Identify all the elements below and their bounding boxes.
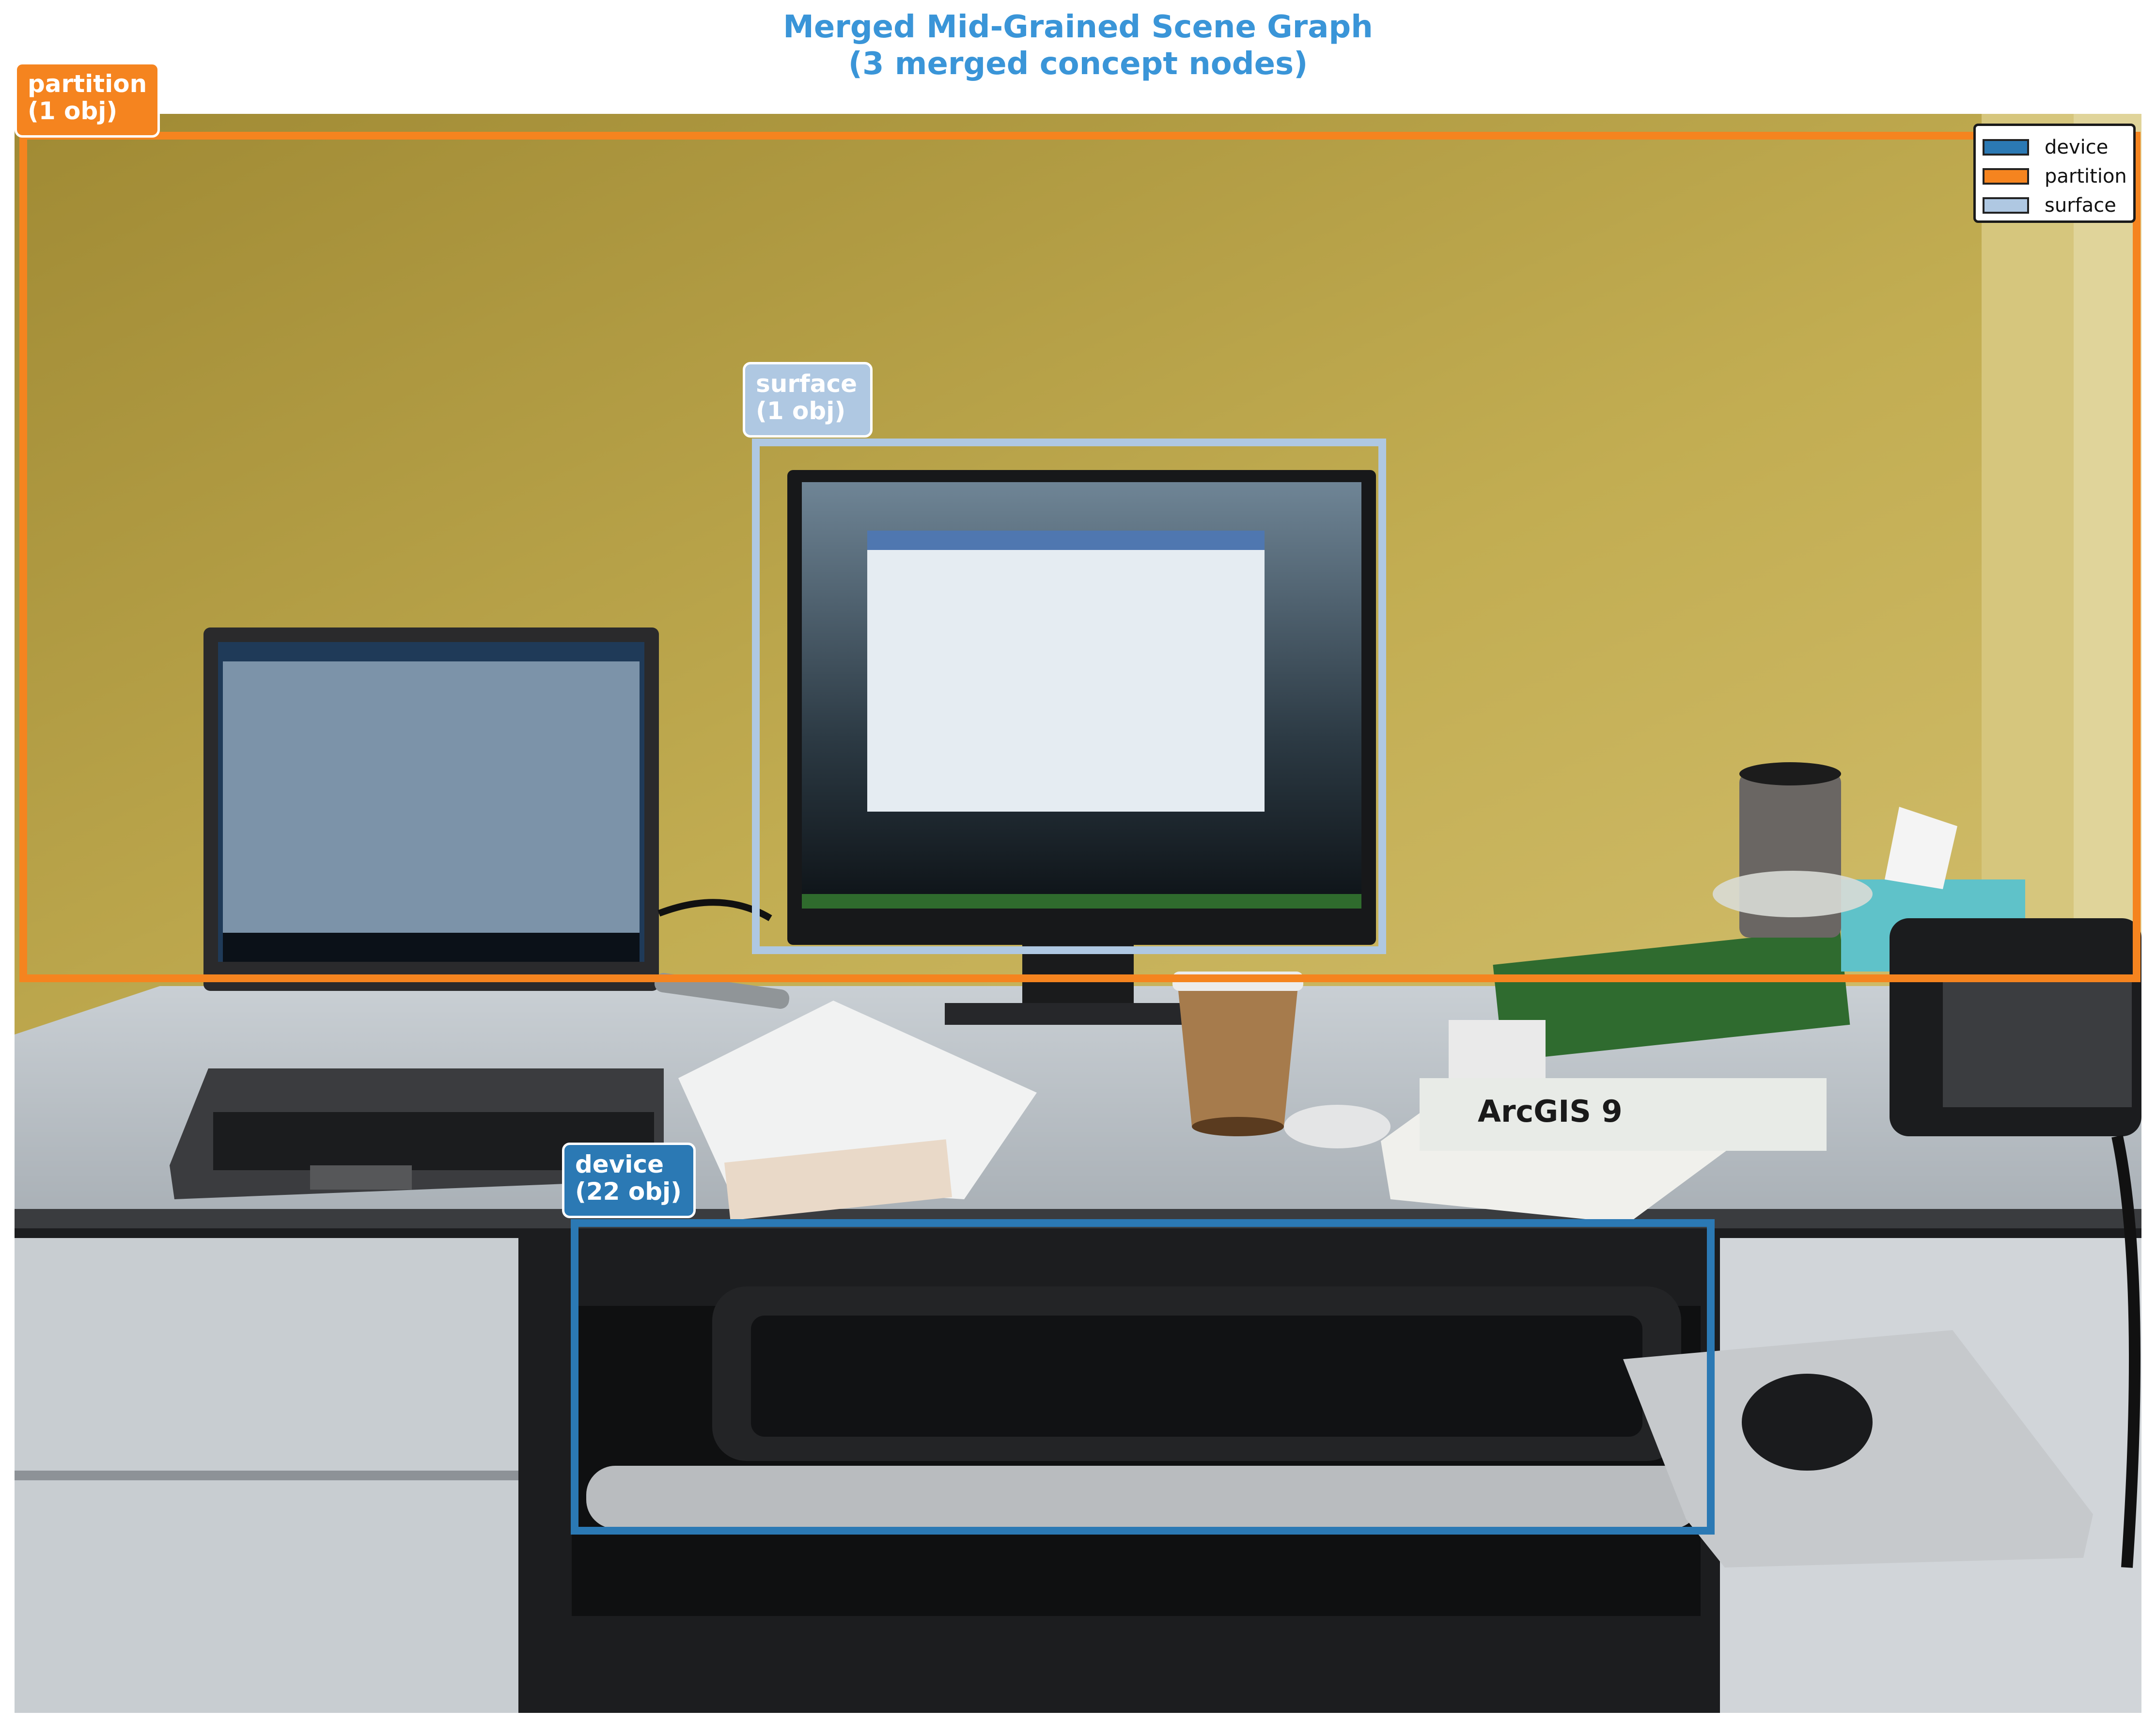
legend-label-device: device bbox=[2045, 136, 2109, 158]
device-region-label: device (22 obj) bbox=[562, 1143, 696, 1218]
legend-swatch-surface bbox=[1983, 197, 2029, 214]
legend-swatch-partition bbox=[1983, 168, 2029, 185]
legend-item-device: device bbox=[1983, 133, 2133, 162]
partition-region-label: partition (1 obj) bbox=[15, 62, 160, 138]
drawer-divider bbox=[15, 1471, 518, 1480]
legend-label-surface: surface bbox=[2045, 194, 2116, 217]
legend-swatch-device bbox=[1983, 139, 2029, 156]
surface-region-box bbox=[752, 439, 1386, 954]
cup-lid bbox=[1284, 1105, 1390, 1148]
device-region-box bbox=[571, 1219, 1715, 1535]
legend-item-surface: surface bbox=[1983, 191, 2133, 220]
legend-item-partition: partition bbox=[1983, 162, 2133, 191]
coffee-cup-icon bbox=[1172, 972, 1303, 1136]
legend-label-partition: partition bbox=[2045, 165, 2127, 188]
surface-region-label: surface (1 obj) bbox=[743, 362, 873, 438]
figure-title-line-2: (3 merged concept nodes) bbox=[848, 46, 1308, 82]
figure-title-line-1: Merged Mid-Grained Scene Graph bbox=[783, 9, 1373, 45]
svg-text:ArcGIS 9: ArcGIS 9 bbox=[1478, 1094, 1623, 1129]
legend: device partition surface bbox=[1973, 124, 2136, 223]
mouse-icon bbox=[1742, 1374, 1873, 1471]
